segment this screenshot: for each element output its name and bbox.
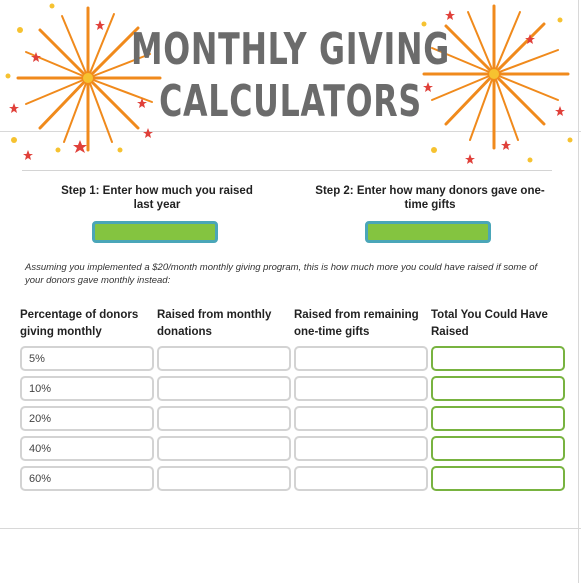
- monthly-field[interactable]: [157, 406, 291, 431]
- one-time-field[interactable]: [294, 466, 428, 491]
- explanation-note: Assuming you implemented a $20/month mon…: [25, 262, 538, 286]
- percent-field[interactable]: 20%: [20, 406, 154, 431]
- total-field[interactable]: [431, 436, 565, 461]
- monthly-field[interactable]: [157, 346, 291, 371]
- step1-label: Step 1: Enter how much you raised last y…: [61, 185, 253, 211]
- section-divider: [22, 170, 552, 171]
- step1-input[interactable]: [92, 221, 218, 243]
- right-border: [578, 0, 579, 583]
- header-total: Total You Could Have Raised: [431, 309, 548, 338]
- percent-field[interactable]: 40%: [20, 436, 154, 461]
- percent-field[interactable]: 5%: [20, 346, 154, 371]
- one-time-field[interactable]: [294, 406, 428, 431]
- monthly-field[interactable]: [157, 376, 291, 401]
- header-monthly: Raised from monthly donations: [157, 309, 272, 338]
- total-field[interactable]: [431, 376, 565, 401]
- step2-input[interactable]: [365, 221, 491, 243]
- one-time-field[interactable]: [294, 346, 428, 371]
- page-title-line2: CALCULATORS: [159, 76, 422, 127]
- monthly-field[interactable]: [157, 466, 291, 491]
- header-one-time: Raised from remaining one-time gifts: [294, 309, 419, 338]
- percent-field[interactable]: 60%: [20, 466, 154, 491]
- total-field[interactable]: [431, 346, 565, 371]
- header-percentage: Percentage of donors giving monthly: [20, 309, 139, 338]
- monthly-field[interactable]: [157, 436, 291, 461]
- one-time-field[interactable]: [294, 436, 428, 461]
- percent-field[interactable]: 10%: [20, 376, 154, 401]
- total-field[interactable]: [431, 466, 565, 491]
- step2-label: Step 2: Enter how many donors gave one-t…: [315, 185, 545, 211]
- total-field[interactable]: [431, 406, 565, 431]
- one-time-field[interactable]: [294, 376, 428, 401]
- footer-divider: [0, 528, 581, 529]
- page-title-line1: MONTHLY GIVING: [130, 24, 451, 75]
